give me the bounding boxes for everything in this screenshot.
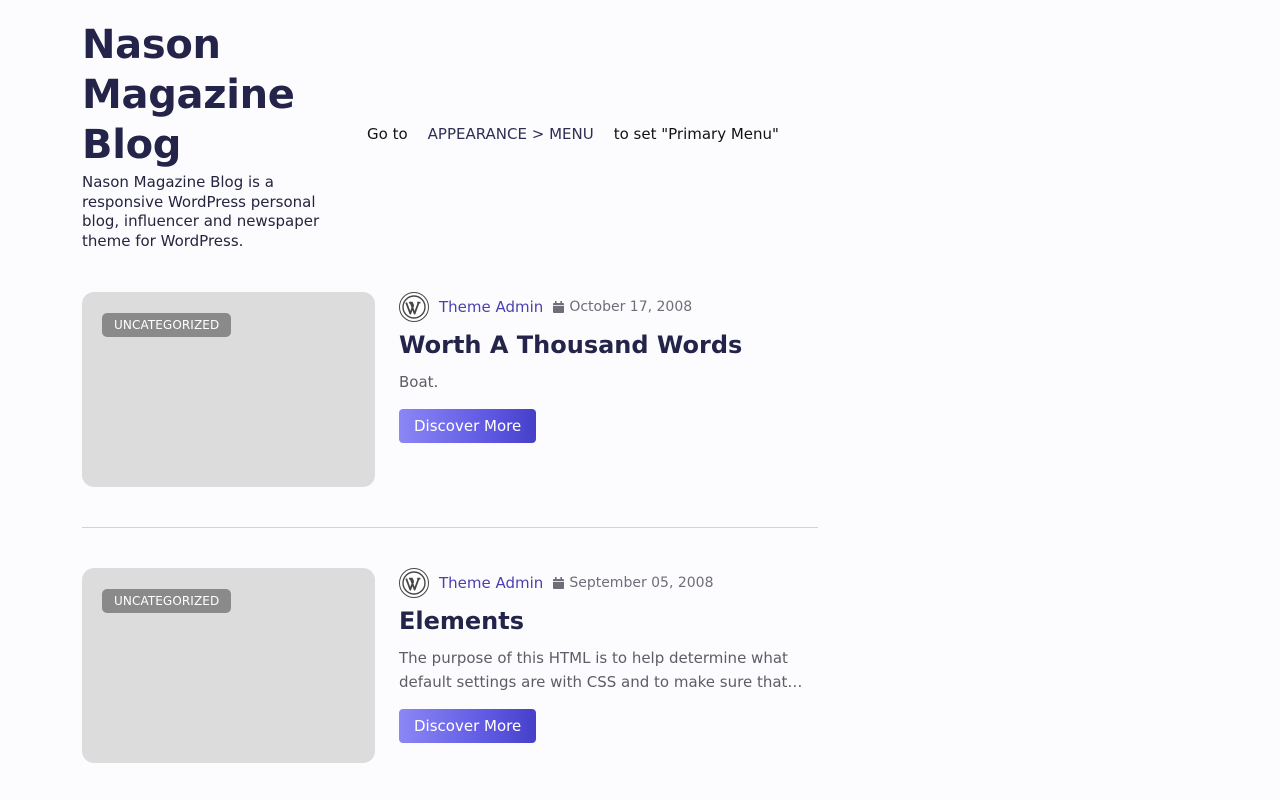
post-title[interactable]: Elements (399, 604, 818, 638)
post-meta: Theme Admin October 17, 2008 (399, 292, 818, 322)
date-text[interactable]: October 17, 2008 (569, 299, 692, 315)
post-card: UNCATEGORIZED Theme Admin (82, 292, 818, 487)
discover-more-button[interactable]: Discover More (399, 409, 537, 443)
post-meta: Theme Admin September 05, 2008 (399, 568, 818, 598)
post-thumbnail[interactable]: UNCATEGORIZED (82, 292, 375, 487)
post-body: Theme Admin September 05, 2008 Elements … (399, 568, 818, 743)
post-excerpt: The purpose of this HTML is to help dete… (399, 649, 803, 691)
author-link[interactable]: Theme Admin (439, 298, 543, 316)
post-title[interactable]: Worth A Thousand Words (399, 328, 818, 362)
post-date: October 17, 2008 (553, 299, 692, 315)
post-card: UNCATEGORIZED Theme Admin (82, 568, 818, 763)
post-excerpt: Boat. (399, 373, 439, 391)
menu-hint-suffix: to set "Primary Menu" (613, 125, 779, 143)
site-description: Nason Magazine Blog is a responsive Word… (82, 173, 320, 250)
category-badge[interactable]: UNCATEGORIZED (102, 313, 232, 337)
wordpress-logo-icon[interactable] (399, 292, 429, 322)
site-branding: Nason Magazine Blog Nason Magazine Blog … (82, 20, 332, 251)
category-badge[interactable]: UNCATEGORIZED (102, 589, 232, 613)
post-divider (82, 527, 818, 528)
post-date: September 05, 2008 (553, 575, 714, 591)
post-body: Theme Admin October 17, 2008 Worth A Tho… (399, 292, 818, 443)
post-thumbnail[interactable]: UNCATEGORIZED (82, 568, 375, 763)
calendar-icon (553, 301, 565, 313)
wordpress-logo-icon[interactable] (399, 568, 429, 598)
page: Nason Magazine Blog Nason Magazine Blog … (0, 0, 1280, 800)
date-text[interactable]: September 05, 2008 (569, 575, 713, 591)
menu-hint-path-link[interactable]: APPEARANCE > MENU (428, 125, 594, 143)
discover-more-button[interactable]: Discover More (399, 709, 537, 743)
author-link[interactable]: Theme Admin (439, 574, 543, 592)
primary-menu-hint: Go to APPEARANCE > MENU to set "Primary Me… (367, 124, 779, 144)
calendar-icon (553, 577, 565, 589)
menu-hint-prefix: Go to (367, 125, 408, 143)
site-title[interactable]: Nason Magazine Blog (82, 20, 332, 170)
